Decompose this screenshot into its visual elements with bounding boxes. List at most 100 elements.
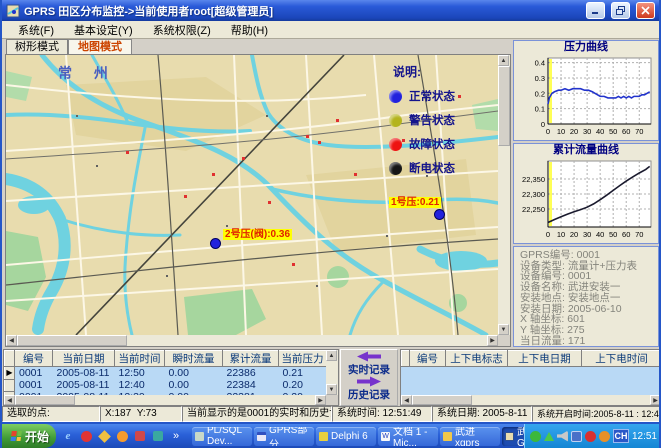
messenger-icon[interactable] xyxy=(151,429,165,443)
scroll-left-icon[interactable]: ◀ xyxy=(4,395,15,405)
map-horizontal-scrollbar[interactable]: ◀ ▶ xyxy=(6,335,498,346)
device-info-panel: GPRS编号: 0001 设备类型: 流量计+压力表 设备编号: 0001 设备… xyxy=(513,246,659,347)
tray-volume-icon[interactable] xyxy=(557,431,568,442)
delphi-icon xyxy=(319,432,328,441)
overflow-chevron-icon[interactable]: » xyxy=(169,429,183,443)
scroll-up-icon[interactable]: ▲ xyxy=(326,350,337,361)
record-switch-panel: 实时记录 历史记录 xyxy=(340,349,398,406)
scrollbar-thumb[interactable] xyxy=(412,395,472,405)
package-icon[interactable] xyxy=(97,429,111,443)
svg-text:40: 40 xyxy=(596,230,604,239)
browser-ball-icon[interactable] xyxy=(115,429,129,443)
task-word-doc[interactable]: W文档 1 - Mic... xyxy=(378,427,438,446)
table-row[interactable]: 00012005-08-1112:400.00223840.20 xyxy=(5,379,327,391)
app-icon xyxy=(6,4,20,18)
scroll-right-icon[interactable]: ▶ xyxy=(487,335,498,346)
column-header[interactable]: 当前时间 xyxy=(115,351,165,367)
tray-sync-icon[interactable] xyxy=(530,431,541,442)
menu-system[interactable]: 系统(F) xyxy=(8,21,64,39)
tab-tree-mode[interactable]: 树形模式 xyxy=(6,39,68,55)
column-header[interactable]: 编号 xyxy=(15,351,53,367)
minimize-button[interactable] xyxy=(586,2,605,19)
device-marker-1[interactable] xyxy=(434,209,445,220)
svg-text:10: 10 xyxy=(557,230,565,239)
tray-antivirus-icon[interactable] xyxy=(585,431,596,442)
realtime-records-button[interactable]: 实时记录 xyxy=(341,365,397,376)
task-plsql[interactable]: PL/SQL Dev... xyxy=(192,427,252,446)
scroll-right-icon[interactable]: ▶ xyxy=(650,395,661,405)
folder-icon xyxy=(443,432,452,441)
column-header[interactable]: 编号 xyxy=(410,351,446,367)
svg-text:60: 60 xyxy=(622,127,630,136)
column-header[interactable]: 累计流量 xyxy=(223,351,279,367)
menu-bar: 系统(F) 基本设定(Y) 系统权限(Z) 帮助(H) xyxy=(2,21,659,39)
scroll-up-icon[interactable]: ▲ xyxy=(498,55,509,66)
fault-state-icon xyxy=(389,138,402,151)
tray-upload-icon[interactable] xyxy=(544,432,554,441)
title-bar[interactable]: GPRS 田区分布监控->当前使用者root[超级管理员] xyxy=(2,0,659,21)
menu-basic-settings[interactable]: 基本设定(Y) xyxy=(64,21,143,39)
column-header[interactable]: 上下电日期 xyxy=(508,351,582,367)
scrollbar-thumb[interactable] xyxy=(498,66,510,146)
svg-text:20: 20 xyxy=(570,127,578,136)
scrollbar-thumb[interactable] xyxy=(17,335,127,346)
table-vertical-scrollbar[interactable]: ▲ ▼ xyxy=(326,350,338,395)
menu-help[interactable]: 帮助(H) xyxy=(221,21,278,39)
tray-display-icon[interactable] xyxy=(571,431,582,442)
scroll-left-icon[interactable]: ◀ xyxy=(401,395,412,405)
column-header[interactable]: 当前压力 xyxy=(279,351,327,367)
records-area: 编号当前日期当前时间瞬时流量累计流量当前压力▶00012005-08-1112:… xyxy=(2,349,661,406)
table-row[interactable]: ▶00012005-08-1112:500.00223860.21 xyxy=(5,367,327,380)
task-folder[interactable]: 武进xgprs xyxy=(440,427,500,446)
picked-point-label: 选取的点: xyxy=(2,406,100,422)
poweroff-state-icon xyxy=(389,162,402,175)
device-marker-2[interactable] xyxy=(210,238,221,249)
svg-text:0: 0 xyxy=(546,127,550,136)
svg-text:0.4: 0.4 xyxy=(535,59,545,68)
realtime-table[interactable]: 编号当前日期当前时间瞬时流量累计流量当前压力▶00012005-08-1112:… xyxy=(4,350,326,395)
scroll-left-icon[interactable]: ◀ xyxy=(6,335,17,346)
task-delphi[interactable]: Delphi 6 xyxy=(316,427,376,446)
internet-explorer-icon[interactable]: e xyxy=(61,429,75,443)
svg-text:22,300: 22,300 xyxy=(522,190,545,199)
history-records-button[interactable]: 历史记录 xyxy=(341,390,397,401)
marker-label-2[interactable]: 2号压(阀):0.36 xyxy=(223,229,292,240)
restore-button[interactable] xyxy=(611,2,630,19)
task-gprs-app[interactable]: 武进GPRS... xyxy=(502,427,524,446)
start-button[interactable]: 开始 xyxy=(2,424,56,448)
task-gprs-doc[interactable]: GPRS部分.... xyxy=(254,427,314,446)
close-button[interactable] xyxy=(636,2,655,19)
marker-label-1[interactable]: 1号压:0.21 xyxy=(389,197,441,208)
media-player-icon[interactable] xyxy=(79,429,93,443)
column-header[interactable]: 上下电时间 xyxy=(582,351,661,367)
flow-chart: 01020304050607022,25022,30022,350 xyxy=(516,157,656,240)
clock[interactable]: 12:51 xyxy=(632,431,657,442)
table-horizontal-scrollbar[interactable]: ◀ ▶ xyxy=(4,395,326,405)
scroll-right-icon[interactable]: ▶ xyxy=(315,395,326,405)
scroll-down-icon[interactable]: ▼ xyxy=(498,324,509,335)
ime-indicator[interactable]: CH xyxy=(613,429,629,443)
table-horizontal-scrollbar[interactable]: ◀ ▶ xyxy=(401,395,661,405)
arrow-left-icon[interactable] xyxy=(355,351,383,362)
scroll-down-icon[interactable]: ▼ xyxy=(326,384,337,395)
svg-text:22,250: 22,250 xyxy=(522,205,545,214)
tab-map-mode[interactable]: 地图模式 xyxy=(68,39,132,55)
column-header[interactable]: 瞬时流量 xyxy=(165,351,223,367)
cursor-coordinates: X:187 Y:73 xyxy=(100,406,182,422)
scrollbar-thumb[interactable] xyxy=(15,395,75,405)
menu-permissions[interactable]: 系统权限(Z) xyxy=(143,21,221,39)
flow-chart-panel: 累计流量曲线 01020304050607022,25022,30022,350 xyxy=(513,143,659,244)
svg-text:20: 20 xyxy=(570,230,578,239)
image-viewer-icon[interactable] xyxy=(133,429,147,443)
column-header[interactable]: 当前日期 xyxy=(53,351,115,367)
arrow-right-icon[interactable] xyxy=(355,376,383,387)
power-table[interactable]: 编号上下电标志上下电日期上下电时间 xyxy=(401,350,661,367)
map-viewport[interactable]: 常 州 说明: 正常状态 警告状态 故障状态 断电状态 xyxy=(6,55,498,335)
tray-agent-icon[interactable] xyxy=(599,431,610,442)
svg-text:70: 70 xyxy=(635,127,643,136)
map-vertical-scrollbar[interactable]: ▲ ▼ xyxy=(498,55,510,335)
pressure-chart-title: 压力曲线 xyxy=(514,41,658,54)
pressure-chart-panel: 压力曲线 01020304050607000.10.20.30.4 xyxy=(513,40,659,141)
column-header[interactable]: 上下电标志 xyxy=(446,351,508,367)
svg-text:40: 40 xyxy=(596,127,604,136)
